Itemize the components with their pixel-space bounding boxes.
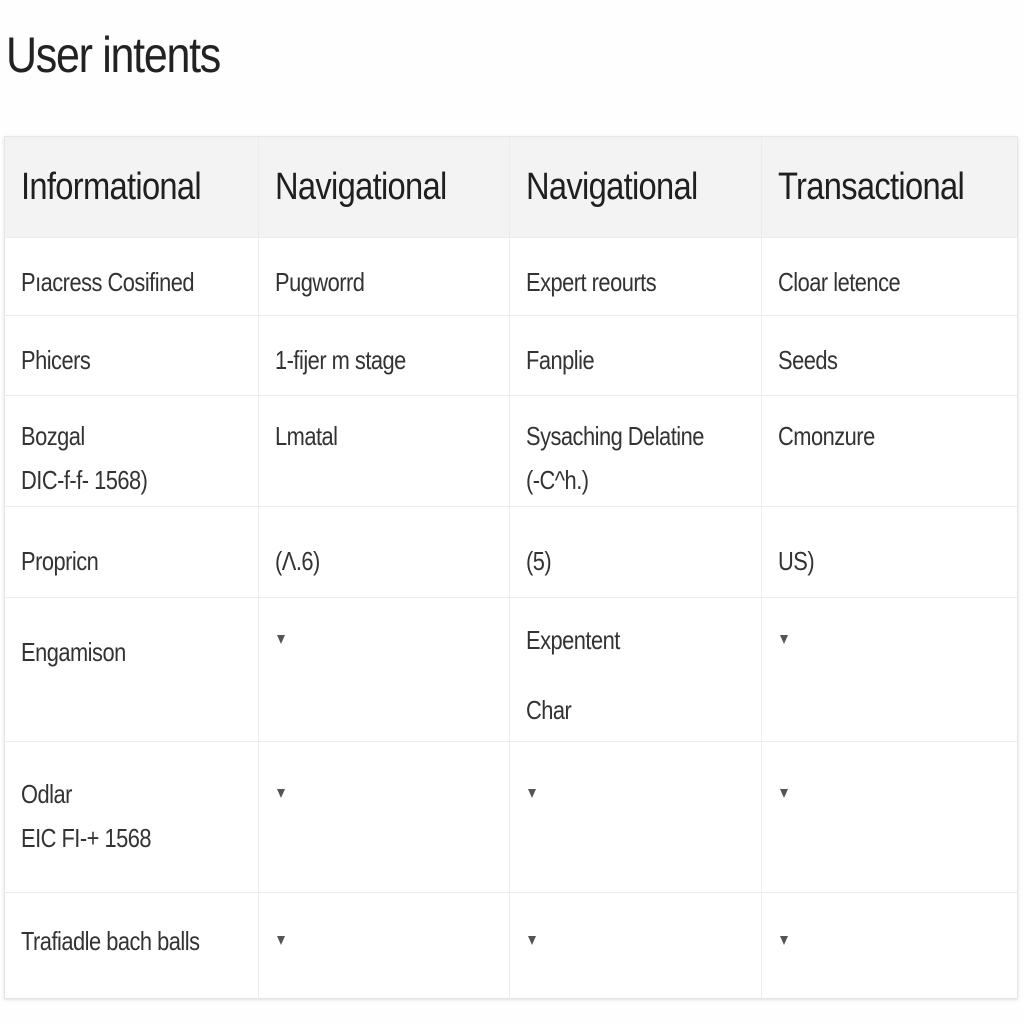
table-cell: [761, 741, 1017, 893]
cell-text: (Λ.6): [274, 546, 320, 576]
column-header-label: Transactional: [777, 165, 965, 208]
table-cell: Expert reourts: [509, 237, 762, 316]
table-cell: Seeds: [761, 315, 1017, 396]
cell-text: Odlar: [21, 779, 72, 809]
cell-dropdown[interactable]: [778, 930, 802, 954]
column-header-label: Navigational: [525, 165, 698, 208]
cell-dropdown[interactable]: [275, 930, 299, 954]
cell-text: Phicers: [21, 345, 91, 375]
cell-text: Trafiadle bach balls: [21, 926, 200, 956]
cell-text: DIC-f-f- 1568): [21, 465, 148, 495]
table-row: Bozgal DIC-f-f- 1568) Lmatal Sysaching D…: [5, 395, 1017, 507]
cell-dropdown[interactable]: [526, 930, 550, 954]
table-cell: [258, 741, 510, 893]
cell-text: 1-fijer m stage: [274, 345, 406, 375]
cell-text: Pıacress Cosifined: [21, 267, 195, 297]
table-cell: Fanplie: [509, 315, 762, 396]
table-cell: [761, 893, 1017, 998]
table-cell: Trafiadle bach balls: [5, 892, 259, 998]
table-cell: Bozgal DIC-f-f- 1568): [5, 395, 259, 507]
caret-down-icon: [527, 936, 536, 945]
caret-down-icon: [779, 789, 788, 798]
table-cell: Odlar EIC FI-+ 1568: [5, 741, 259, 893]
table-cell: Pugworrd: [258, 237, 510, 316]
table-cell: Phicers: [5, 315, 259, 396]
cell-text: Char: [525, 695, 572, 725]
cell-text: Seeds: [777, 345, 838, 375]
table-cell: Lmatal: [258, 395, 510, 507]
cell-text: Pugworrd: [274, 267, 365, 297]
cell-dropdown[interactable]: [778, 629, 802, 653]
table-row: Propricn (Λ.6) (5) US): [5, 506, 1017, 598]
cell-dropdown[interactable]: [778, 783, 802, 807]
table-row: Pıacress Cosifined Pugworrd Expert reour…: [5, 237, 1017, 316]
cell-dropdown[interactable]: [275, 629, 299, 653]
cell-dropdown[interactable]: [275, 783, 299, 807]
user-intents-table: Informational Navigational Navigational …: [5, 137, 1017, 998]
column-header-label: Informational: [21, 165, 202, 208]
cell-text: Cmonzure: [777, 421, 875, 451]
cell-text: Lmatal: [274, 421, 338, 451]
cell-text: Bozgal: [21, 421, 85, 451]
caret-down-icon: [276, 635, 285, 644]
table-cell: [258, 892, 510, 998]
cell-text: Fanplie: [525, 345, 595, 375]
column-header-navigational[interactable]: Navigational: [258, 137, 510, 238]
caret-down-icon: [779, 936, 788, 945]
table-cell: (5): [509, 506, 762, 598]
page: User intents Informational Navigational …: [0, 0, 1024, 1024]
column-header-informational[interactable]: Informational: [5, 137, 259, 238]
caret-down-icon: [527, 789, 536, 798]
table-cell: Sysaching Delatine (-C^h.): [509, 395, 762, 507]
table-cell: [509, 741, 762, 893]
column-header-transactional[interactable]: Transactional: [761, 137, 1017, 238]
table-cell: Expentent Char: [509, 597, 762, 742]
table-cell: 1-fijer m stage: [258, 315, 510, 396]
table-cell: [509, 892, 762, 998]
cell-text: (5): [525, 546, 552, 576]
caret-down-icon: [276, 789, 285, 798]
table-cell: Engamison: [5, 597, 259, 742]
column-header-label: Navigational: [274, 165, 447, 208]
cell-text: EIC FI-+ 1568: [21, 823, 152, 853]
table-cell: [761, 597, 1017, 742]
table-row: Phicers 1-fijer m stage Fanplie Seeds: [5, 315, 1017, 396]
caret-down-icon: [276, 936, 285, 945]
table-cell: Propricn: [5, 506, 259, 598]
cell-text: US): [777, 546, 815, 576]
cell-text: Expentent: [525, 625, 620, 655]
column-header-navigational-2[interactable]: Navigational: [509, 137, 762, 238]
cell-text: Expert reourts: [525, 267, 657, 297]
page-title: User intents: [6, 27, 221, 83]
cell-text: Engamison: [21, 637, 126, 667]
cell-text: Propricn: [21, 546, 99, 576]
cell-text: Sysaching Delatine: [525, 421, 704, 451]
table-header-row: Informational Navigational Navigational …: [5, 137, 1017, 238]
table-cell: Pıacress Cosifined: [5, 237, 259, 316]
table-row: Trafiadle bach balls: [5, 892, 1017, 998]
cell-text: Cloar letence: [777, 267, 901, 297]
table-cell: US): [761, 506, 1017, 598]
cell-dropdown[interactable]: [526, 783, 550, 807]
table-cell: Cmonzure: [761, 395, 1017, 507]
table-cell: Cloar letence: [761, 237, 1017, 316]
table-cell: [258, 597, 510, 742]
table-row: Engamison Expentent Char: [5, 597, 1017, 742]
caret-down-icon: [779, 635, 788, 644]
table-cell: (Λ.6): [258, 506, 510, 598]
cell-text: (-C^h.): [525, 465, 589, 495]
table-row: Odlar EIC FI-+ 1568: [5, 741, 1017, 893]
user-intents-table-container: Informational Navigational Navigational …: [4, 136, 1018, 999]
